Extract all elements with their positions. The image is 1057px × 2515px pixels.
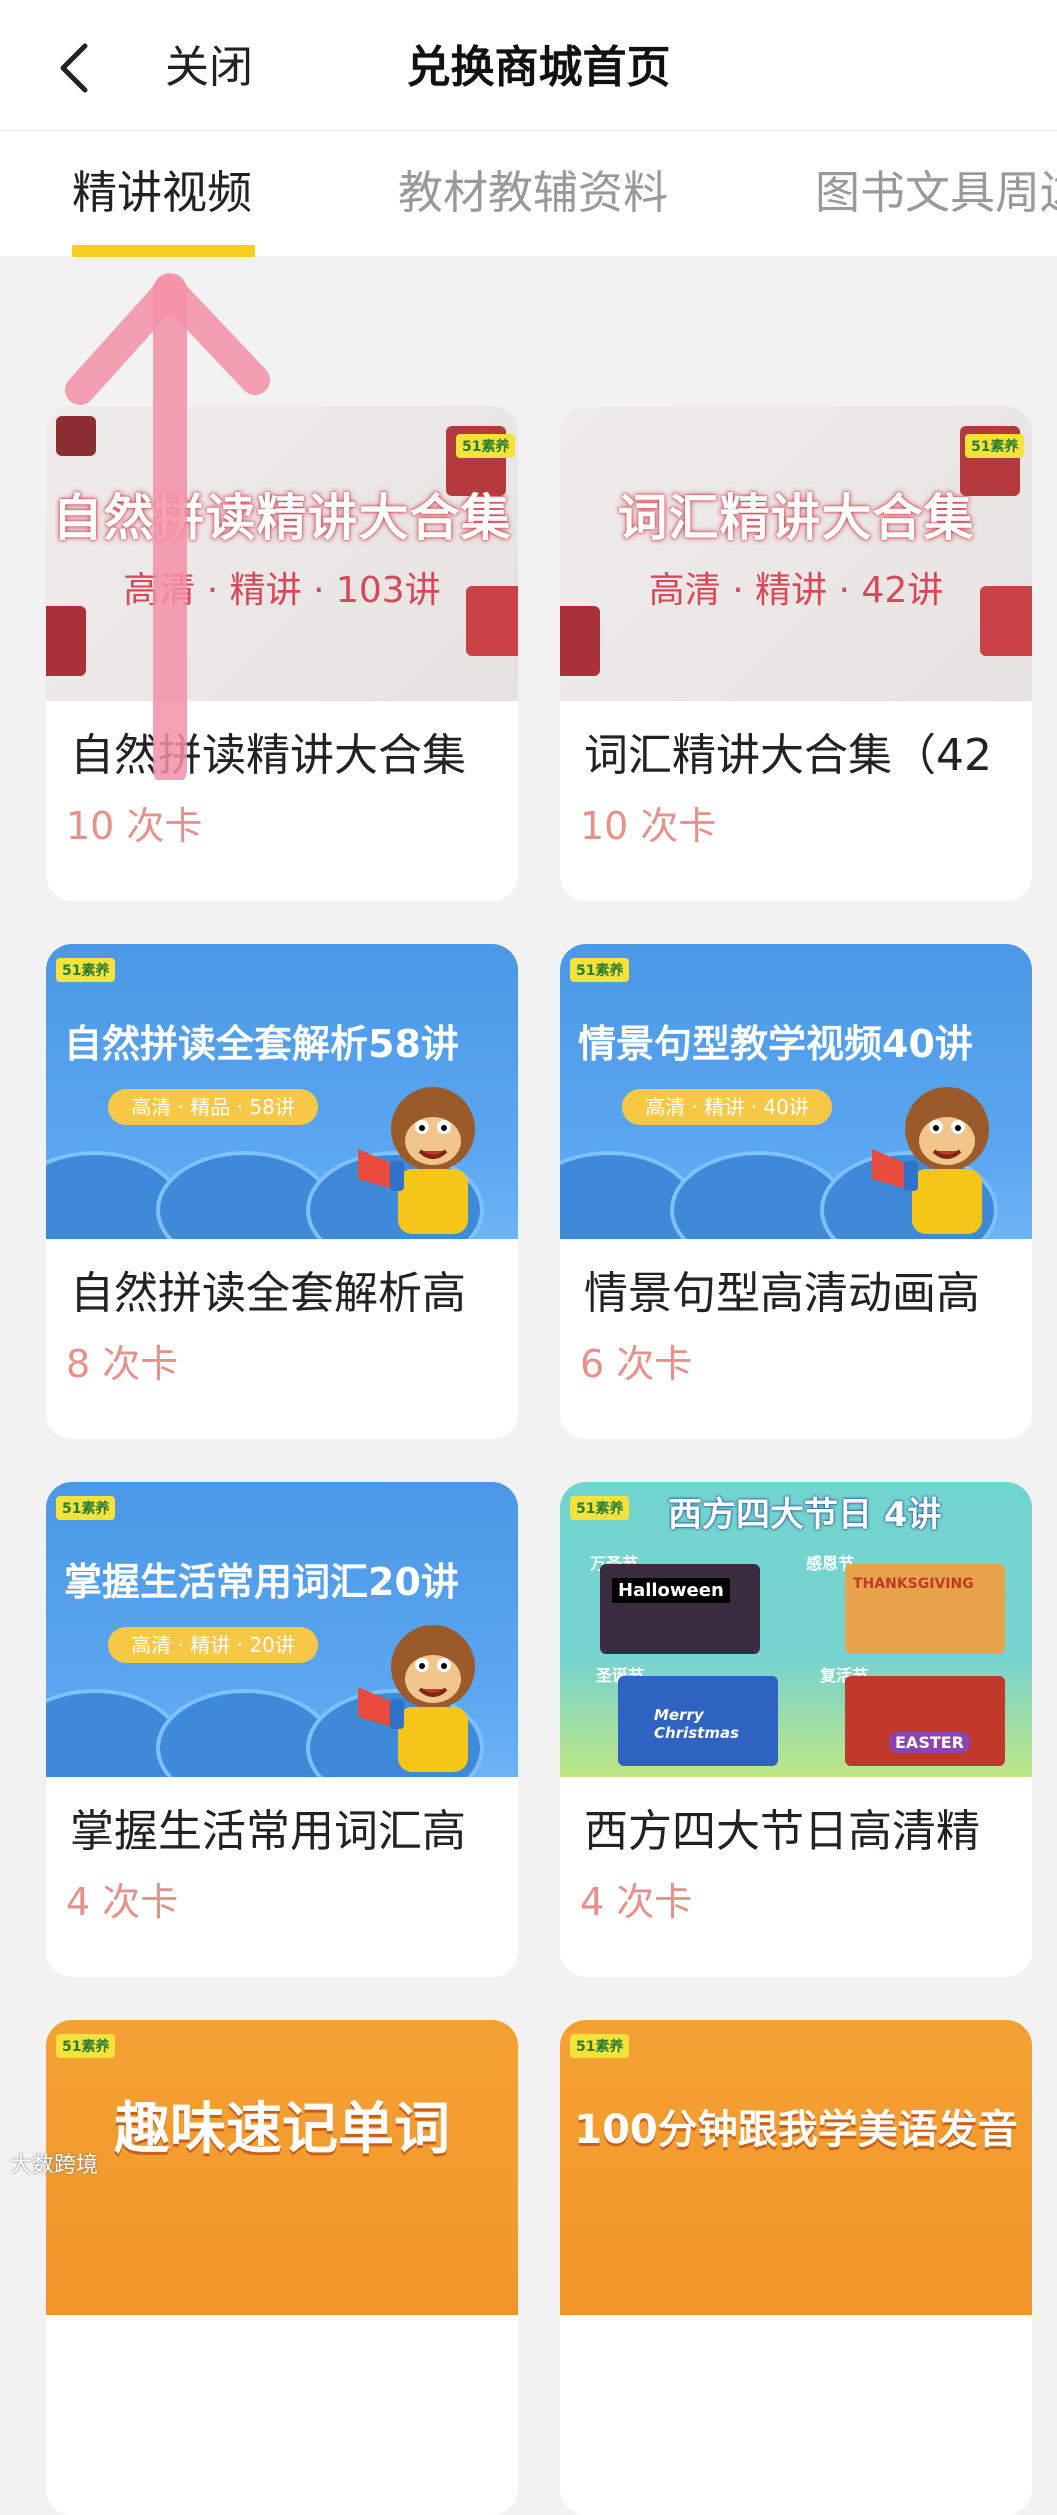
product-banner: 51素养 掌握生活常用词汇20讲 高清 · 精讲 · 20讲	[46, 1482, 518, 1777]
thanksgiving-thumb: THANKSGIVING	[845, 1564, 1005, 1654]
product-card[interactable]: 51素养 100分钟跟我学美语发音	[560, 2020, 1032, 2515]
product-card[interactable]: 51素养 西方四大节日 4讲 万圣节 Halloween 感恩节 THANKSG…	[560, 1482, 1032, 1977]
banner-subtitle: 高清 · 精讲 · 103讲	[123, 570, 441, 611]
product-banner: 51素养 西方四大节日 4讲 万圣节 Halloween 感恩节 THANKSG…	[560, 1482, 1032, 1777]
product-banner: 51素养 情景句型教学视频40讲 高清 · 精讲 · 40讲	[560, 944, 1032, 1239]
product-title: 掌握生活常用词汇高	[70, 1806, 466, 1857]
banner-title: 情景句型教学视频40讲	[578, 1022, 973, 1066]
product-price: 10 次卡	[580, 804, 717, 848]
product-card[interactable]: 51素养 自然拼读精讲大合集 高清 · 精讲 · 103讲 自然拼读精讲大合集 …	[46, 406, 518, 901]
banner-title: 掌握生活常用词汇20讲	[64, 1560, 459, 1604]
product-grid: 51素养 自然拼读精讲大合集 高清 · 精讲 · 103讲 自然拼读精讲大合集 …	[0, 256, 1057, 2515]
brand-tag: 51素养	[570, 958, 630, 982]
tab-books-stationery[interactable]: 图书文具周边	[815, 163, 1057, 223]
page-title: 兑换商城首页	[406, 42, 671, 93]
brand-tag: 51素养	[56, 958, 116, 982]
product-card[interactable]: 51素养 词汇精讲大合集 高清 · 精讲 · 42讲 词汇精讲大合集（42 10…	[560, 406, 1032, 901]
brand-tag: 51素养	[56, 2034, 116, 2058]
product-banner: 51素养 自然拼读精讲大合集 高清 · 精讲 · 103讲	[46, 406, 518, 701]
monkey-mascot-icon	[872, 1087, 989, 1234]
banner-subtitle: 高清 · 精讲 · 40讲	[622, 1089, 832, 1125]
banner-title: 西方四大节日 4讲	[668, 1495, 942, 1535]
product-card[interactable]: 51素养 趣味速记单词	[46, 2020, 518, 2515]
monkey-mascot-icon	[358, 1087, 475, 1234]
category-tabs: 精讲视频 教材教辅资料 图书文具周边	[0, 131, 1057, 256]
banner-title: 自然拼读精讲大合集	[52, 489, 512, 547]
product-title: 自然拼读全套解析高	[70, 1268, 466, 1319]
monkey-mascot-icon	[358, 1625, 475, 1772]
banner-title: 词汇精讲大合集	[617, 489, 975, 547]
product-price: 6 次卡	[580, 1342, 693, 1386]
product-banner: 51素养 自然拼读全套解析58讲 高清 · 精品 · 58讲	[46, 944, 518, 1239]
brand-tag: 51素养	[570, 2034, 630, 2058]
product-price: 4 次卡	[580, 1880, 693, 1924]
tab-videos[interactable]: 精讲视频	[72, 163, 252, 223]
watermark: 大数跨境	[10, 2153, 99, 2178]
product-banner: 51素养 趣味速记单词	[46, 2020, 518, 2315]
product-banner: 51素养 词汇精讲大合集 高清 · 精讲 · 42讲	[560, 406, 1032, 701]
product-title: 西方四大节日高清精	[584, 1806, 980, 1857]
banner-subtitle: 高清 · 精讲 · 42讲	[648, 570, 944, 611]
product-title: 自然拼读精讲大合集	[70, 730, 466, 781]
product-price: 10 次卡	[66, 804, 203, 848]
banner-subtitle: 高清 · 精品 · 58讲	[108, 1089, 318, 1125]
brand-tag: 51素养	[570, 1496, 630, 1520]
banner-subtitle: 高清 · 精讲 · 20讲	[108, 1627, 318, 1663]
banner-title: 趣味速记单词	[114, 2097, 450, 2162]
product-card[interactable]: 51素养 自然拼读全套解析58讲 高清 · 精品 · 58讲 自然拼读全套解析高…	[46, 944, 518, 1439]
product-card[interactable]: 51素养 情景句型教学视频40讲 高清 · 精讲 · 40讲 情景句型高清动画高…	[560, 944, 1032, 1439]
product-price: 4 次卡	[66, 1880, 179, 1924]
product-title: 情景句型高清动画高	[584, 1268, 980, 1319]
banner-title: 自然拼读全套解析58讲	[64, 1022, 459, 1066]
tab-textbooks[interactable]: 教材教辅资料	[398, 163, 668, 223]
halloween-thumb: Halloween	[600, 1564, 760, 1654]
product-title: 词汇精讲大合集（42	[584, 730, 992, 781]
christmas-thumb: Merry Christmas	[618, 1676, 778, 1766]
banner-title: 100分钟跟我学美语发音	[574, 2107, 1018, 2153]
product-price: 8 次卡	[66, 1342, 179, 1386]
easter-thumb: EASTER	[845, 1676, 1005, 1766]
top-bar: 关闭 兑换商城首页	[0, 0, 1057, 131]
product-card[interactable]: 51素养 掌握生活常用词汇20讲 高清 · 精讲 · 20讲 掌握生活常用词汇高…	[46, 1482, 518, 1977]
product-banner: 51素养 100分钟跟我学美语发音	[560, 2020, 1032, 2315]
brand-tag: 51素养	[56, 1496, 116, 1520]
